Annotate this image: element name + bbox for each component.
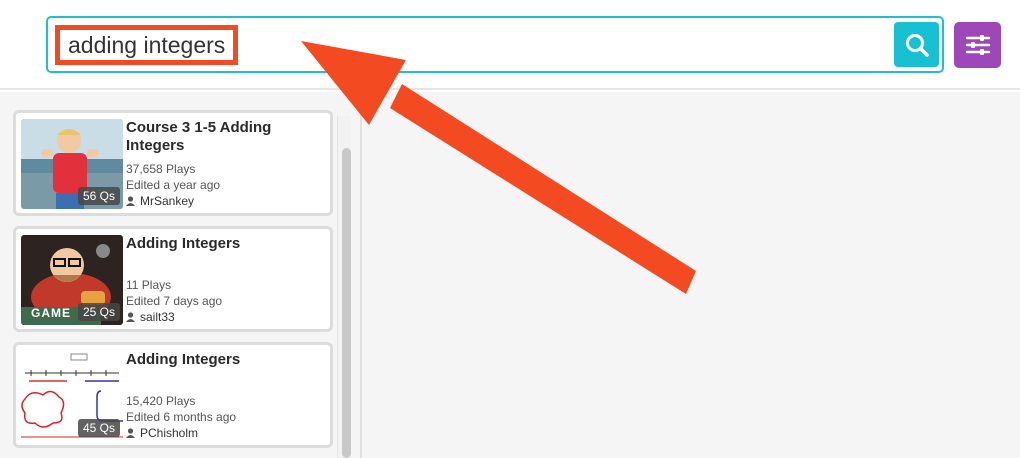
search-icon <box>905 33 929 57</box>
header: adding integers <box>0 0 1020 90</box>
thumbnail-text: GAME <box>31 306 71 320</box>
edited-time: Edited 7 days ago <box>126 294 223 308</box>
edited-time: Edited 6 months ago <box>126 410 237 424</box>
sliders-icon <box>965 35 990 55</box>
author-name: MrSankey <box>140 194 195 208</box>
author-name: PChisholm <box>140 426 199 440</box>
result-card[interactable]: 45 Qs Adding Integers 15,420 Plays Edite… <box>13 342 333 448</box>
app: adding integers 56 Qs Course 3 1-5 Addin… <box>0 0 1020 458</box>
search-button[interactable] <box>894 22 939 67</box>
quiz-title[interactable]: Course 3 1-5 Adding Integers <box>126 119 326 155</box>
user-icon <box>126 196 135 206</box>
search-query-highlight[interactable]: adding integers <box>55 25 239 65</box>
author[interactable]: sailt33 <box>126 310 175 324</box>
play-count: 15,420 Plays <box>126 394 196 408</box>
question-count-badge: 56 Qs <box>77 187 120 205</box>
author-name: sailt33 <box>140 310 175 324</box>
result-card[interactable]: 56 Qs Course 3 1-5 Adding Integers 37,65… <box>13 110 333 216</box>
scrollbar-thumb[interactable] <box>342 148 351 458</box>
author[interactable]: PChisholm <box>126 426 198 440</box>
play-count: 37,658 Plays <box>126 162 196 176</box>
quiz-title[interactable]: Adding Integers <box>126 351 326 369</box>
preview-area <box>362 92 1020 458</box>
quiz-thumbnail: GAME 25 Qs <box>21 235 123 325</box>
result-card[interactable]: GAME 25 Qs Adding Integers 11 Plays Edit… <box>13 226 333 332</box>
edited-time: Edited a year ago <box>126 178 221 192</box>
user-icon <box>126 428 135 438</box>
author[interactable]: MrSankey <box>126 194 194 208</box>
search-input[interactable]: adding integers <box>46 16 944 73</box>
filter-button[interactable] <box>954 22 1001 68</box>
quiz-thumbnail: 56 Qs <box>21 119 123 209</box>
quiz-thumbnail: 45 Qs <box>21 351 123 441</box>
play-count: 11 Plays <box>126 278 172 292</box>
question-count-badge: 25 Qs <box>77 303 120 321</box>
question-count-badge: 45 Qs <box>77 419 120 437</box>
user-icon <box>126 312 135 322</box>
quiz-title[interactable]: Adding Integers <box>126 235 326 253</box>
